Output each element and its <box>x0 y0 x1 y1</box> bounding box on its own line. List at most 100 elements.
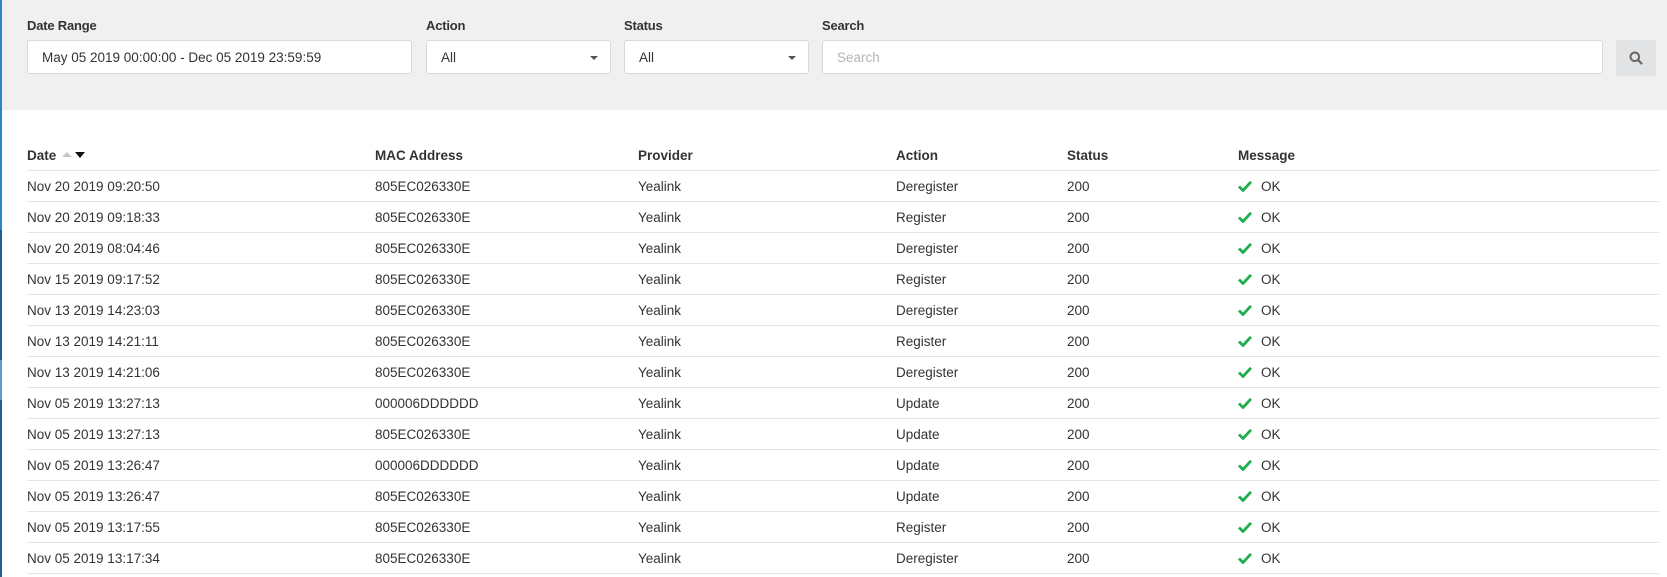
cell-status: 200 <box>1067 170 1238 202</box>
cell-message: OK <box>1238 170 1659 202</box>
cell-action: Register <box>896 325 1067 357</box>
cell-date: Nov 20 2019 09:18:33 <box>27 201 375 233</box>
table-row[interactable]: Nov 13 2019 14:23:03 805EC026330E Yealink D… <box>27 294 1659 326</box>
message-text: OK <box>1261 395 1281 411</box>
cell-message: OK <box>1238 294 1659 326</box>
status-label: Status <box>624 18 663 33</box>
table-row[interactable]: Nov 05 2019 13:26:47 000006DDDDDD Yealink U… <box>27 449 1659 481</box>
message-text: OK <box>1261 519 1281 535</box>
cell-action: Update <box>896 480 1067 512</box>
message-content: OK <box>1238 520 1659 535</box>
action-selected-value: All <box>441 50 457 65</box>
cell-status: 200 <box>1067 418 1238 450</box>
message-content: OK <box>1238 458 1659 473</box>
action-label: Action <box>426 18 466 33</box>
cell-provider: Yealink <box>638 263 896 295</box>
cell-date: Nov 05 2019 13:17:34 <box>27 542 375 574</box>
table-row[interactable]: Nov 05 2019 13:17:55 805EC026330E Yealink R… <box>27 511 1659 543</box>
cell-action: Deregister <box>896 170 1067 202</box>
cell-provider: Yealink <box>638 356 896 388</box>
cell-date: Nov 05 2019 13:27:13 <box>27 418 375 450</box>
cell-action: Deregister <box>896 542 1067 574</box>
cell-mac: 000006DDDDDD <box>375 387 638 419</box>
cell-action: Deregister <box>896 356 1067 388</box>
cell-date: Nov 20 2019 09:20:50 <box>27 170 375 202</box>
cell-message: OK <box>1238 387 1659 419</box>
action-select[interactable]: All <box>426 40 611 74</box>
cell-status: 200 <box>1067 387 1238 419</box>
cell-message: OK <box>1238 232 1659 264</box>
check-icon <box>1238 459 1252 471</box>
search-box <box>822 40 1603 74</box>
cell-mac: 805EC026330E <box>375 263 638 295</box>
table-row[interactable]: Nov 20 2019 09:18:33 805EC026330E Yealink R… <box>27 201 1659 233</box>
message-text: OK <box>1261 178 1281 194</box>
activity-log-table: Date MAC Address Provider Action Status … <box>27 140 1659 574</box>
cell-action: Register <box>896 201 1067 233</box>
cell-status: 200 <box>1067 480 1238 512</box>
search-button[interactable] <box>1616 40 1656 76</box>
action-field: Action All <box>426 18 611 74</box>
cell-status: 200 <box>1067 294 1238 326</box>
message-text: OK <box>1261 240 1281 256</box>
check-icon <box>1238 304 1252 316</box>
sort-descending-icon[interactable] <box>75 151 86 158</box>
cell-status: 200 <box>1067 542 1238 574</box>
table-row[interactable]: Nov 15 2019 09:17:52 805EC026330E Yealink R… <box>27 263 1659 295</box>
column-header-date[interactable]: Date <box>27 140 375 171</box>
column-header-action: Action <box>896 140 1067 171</box>
message-content: OK <box>1238 365 1659 380</box>
cell-status: 200 <box>1067 263 1238 295</box>
status-select[interactable]: All <box>624 40 809 74</box>
message-content: OK <box>1238 272 1659 287</box>
cell-mac: 805EC026330E <box>375 418 638 450</box>
table-row[interactable]: Nov 05 2019 13:26:47 805EC026330E Yealink U… <box>27 480 1659 512</box>
search-input[interactable] <box>837 41 1564 74</box>
column-header-date-label: Date <box>27 147 57 163</box>
search-label: Search <box>822 18 865 33</box>
check-icon <box>1238 428 1252 440</box>
cell-action: Register <box>896 263 1067 295</box>
status-field: Status All <box>624 18 809 74</box>
cell-mac: 000006DDDDDD <box>375 449 638 481</box>
date-range-input[interactable]: May 05 2019 00:00:00 - Dec 05 2019 23:59… <box>27 40 412 74</box>
table-header-row: Date MAC Address Provider Action Status … <box>27 140 1659 171</box>
cell-provider: Yealink <box>638 542 896 574</box>
cell-date: Nov 15 2019 09:17:52 <box>27 263 375 295</box>
cell-provider: Yealink <box>638 325 896 357</box>
cell-message: OK <box>1238 480 1659 512</box>
cell-message: OK <box>1238 542 1659 574</box>
cell-date: Nov 13 2019 14:21:11 <box>27 325 375 357</box>
table-row[interactable]: Nov 20 2019 09:20:50 805EC026330E Yealink D… <box>27 170 1659 202</box>
cell-provider: Yealink <box>638 201 896 233</box>
cell-message: OK <box>1238 325 1659 357</box>
message-content: OK <box>1238 179 1659 194</box>
check-icon <box>1238 273 1252 285</box>
cell-date: Nov 13 2019 14:23:03 <box>27 294 375 326</box>
check-icon <box>1238 397 1252 409</box>
cell-message: OK <box>1238 201 1659 233</box>
message-content: OK <box>1238 396 1659 411</box>
cell-date: Nov 05 2019 13:26:47 <box>27 480 375 512</box>
chevron-down-icon <box>788 56 796 60</box>
table-row[interactable]: Nov 05 2019 13:27:13 000006DDDDDD Yealink U… <box>27 387 1659 419</box>
table-row[interactable]: Nov 20 2019 08:04:46 805EC026330E Yealink D… <box>27 232 1659 264</box>
table-row[interactable]: Nov 05 2019 13:27:13 805EC026330E Yealink U… <box>27 418 1659 450</box>
cell-date: Nov 13 2019 14:21:06 <box>27 356 375 388</box>
message-content: OK <box>1238 303 1659 318</box>
check-icon <box>1238 366 1252 378</box>
check-icon <box>1238 211 1252 223</box>
table-row[interactable]: Nov 13 2019 14:21:06 805EC026330E Yealink D… <box>27 356 1659 388</box>
cell-provider: Yealink <box>638 418 896 450</box>
cell-action: Register <box>896 511 1067 543</box>
cell-action: Deregister <box>896 232 1067 264</box>
message-text: OK <box>1261 426 1281 442</box>
cell-status: 200 <box>1067 449 1238 481</box>
table-row[interactable]: Nov 13 2019 14:21:11 805EC026330E Yealink R… <box>27 325 1659 357</box>
cell-status: 200 <box>1067 356 1238 388</box>
cell-provider: Yealink <box>638 511 896 543</box>
message-content: OK <box>1238 489 1659 504</box>
cell-action: Update <box>896 449 1067 481</box>
table-row[interactable]: Nov 05 2019 13:17:34 805EC026330E Yealink D… <box>27 542 1659 574</box>
sort-ascending-icon[interactable] <box>62 152 73 158</box>
